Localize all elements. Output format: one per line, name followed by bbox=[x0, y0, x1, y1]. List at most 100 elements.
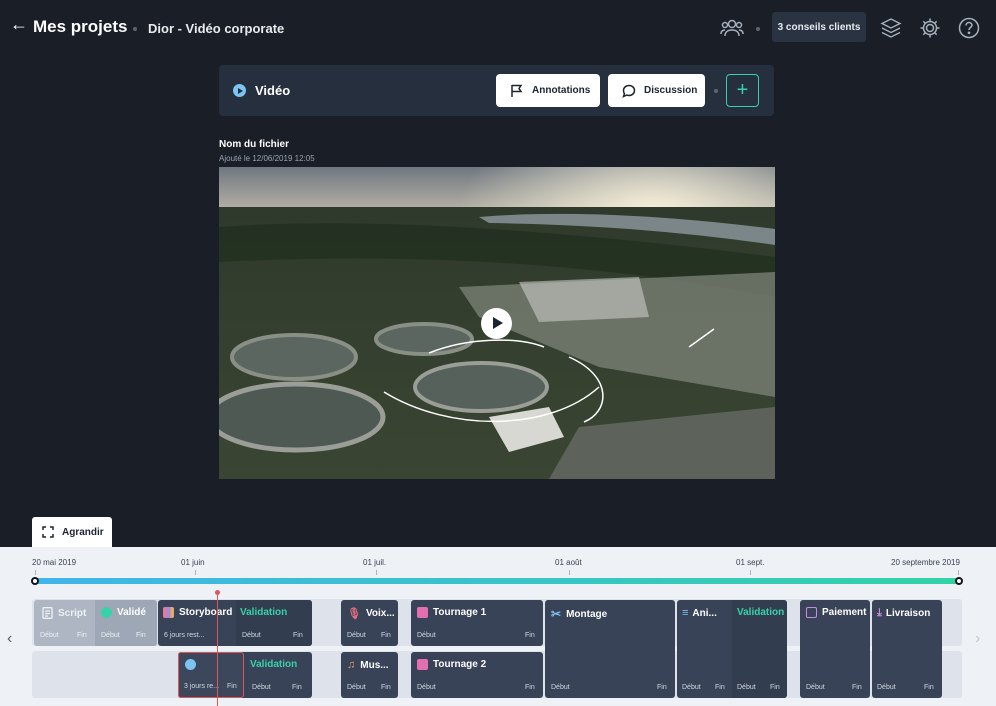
annotations-button[interactable]: Annotations bbox=[496, 74, 600, 107]
check-icon bbox=[101, 607, 112, 618]
task-end: Fin bbox=[770, 684, 780, 691]
task-voix[interactable]: 🎙 Voix... Début Fin bbox=[341, 600, 398, 646]
chat-bubble-icon bbox=[622, 84, 636, 98]
date-tick bbox=[958, 570, 959, 575]
timeline-progress-bar[interactable] bbox=[35, 578, 959, 584]
download-icon: ⤓ bbox=[877, 607, 882, 619]
task-end: Fin bbox=[77, 632, 87, 639]
video-player[interactable] bbox=[219, 167, 775, 479]
task-start: Début bbox=[252, 684, 271, 691]
task-title: Tournage 2 bbox=[417, 659, 486, 670]
selected-video-task[interactable]: 3 jours re... Fin bbox=[178, 652, 244, 698]
task-end: Fin bbox=[381, 632, 391, 639]
task-animation[interactable]: ≡ Ani... Début Fin Validation Début Fin bbox=[677, 600, 787, 698]
validated-title: Validé bbox=[101, 607, 146, 618]
separator-dot bbox=[756, 27, 760, 31]
task-end: Fin bbox=[136, 632, 146, 639]
camera-icon bbox=[417, 607, 428, 618]
task-title: Tournage 1 bbox=[417, 607, 486, 618]
task-remaining: 6 jours rest... bbox=[164, 632, 205, 639]
task-paiement[interactable]: Paiement Début Fin bbox=[800, 600, 870, 698]
music-note-icon: ♫ bbox=[347, 659, 356, 671]
task-musique[interactable]: ♫ Mus... Début Fin bbox=[341, 652, 398, 698]
task-end: Fin bbox=[715, 684, 725, 691]
settings-icon[interactable] bbox=[918, 16, 942, 40]
expand-icon bbox=[42, 526, 54, 538]
date-label: 01 sept. bbox=[736, 558, 765, 567]
current-date-cursor[interactable] bbox=[217, 595, 218, 706]
play-button[interactable] bbox=[481, 308, 512, 339]
validation-panel: Validation Début Fin bbox=[236, 600, 312, 646]
task-title bbox=[185, 659, 201, 670]
validation-title: Validation bbox=[737, 607, 785, 618]
task-script[interactable]: Script Début Fin Validé Début Fin bbox=[34, 600, 157, 646]
task-start: Début bbox=[682, 684, 701, 691]
task-montage[interactable]: ✂ Montage Début Fin bbox=[545, 600, 675, 698]
task-title: ♫ Mus... bbox=[347, 659, 389, 671]
task-video[interactable]: 3 jours re... Fin Validation Début Fin bbox=[178, 652, 312, 698]
video-toolbar: Vidéo Annotations Discussion + bbox=[219, 65, 774, 116]
task-start: Début bbox=[737, 684, 756, 691]
discussion-button[interactable]: Discussion bbox=[608, 74, 705, 107]
expand-button[interactable]: Agrandir bbox=[32, 517, 112, 547]
separator-dot bbox=[714, 89, 718, 93]
page-title: Mes projets bbox=[33, 17, 128, 36]
date-tick bbox=[376, 570, 377, 575]
date-label: 20 septembre 2019 bbox=[891, 558, 960, 567]
task-tournage-1[interactable]: Tournage 1 Début Fin bbox=[411, 600, 543, 646]
task-start: Début bbox=[40, 632, 59, 639]
timeline-end-handle[interactable] bbox=[955, 577, 963, 585]
task-title: ✂ Montage bbox=[551, 607, 608, 621]
task-end: Fin bbox=[381, 684, 391, 691]
task-start: Début bbox=[877, 684, 896, 691]
back-arrow-icon[interactable]: ← bbox=[10, 14, 28, 35]
help-icon[interactable] bbox=[957, 16, 981, 40]
microphone-icon: 🎙 bbox=[347, 608, 361, 620]
client-tips-button[interactable]: 3 conseils clients bbox=[772, 12, 866, 42]
task-tournage-2[interactable]: Tournage 2 Début Fin bbox=[411, 652, 543, 698]
task-end: Fin bbox=[525, 684, 535, 691]
flag-icon bbox=[511, 84, 523, 97]
date-tick bbox=[195, 570, 196, 575]
file-added-date: Ajouté le 12/06/2019 12:05 bbox=[219, 154, 315, 163]
date-tick bbox=[35, 570, 36, 575]
cube-icon[interactable] bbox=[879, 16, 903, 40]
storyboard-icon bbox=[163, 607, 174, 618]
task-start: Début bbox=[417, 684, 436, 691]
task-end: Fin bbox=[227, 683, 237, 690]
validation-title: Validation bbox=[250, 659, 298, 670]
video-section-label: Vidéo bbox=[255, 83, 291, 98]
task-end: Fin bbox=[852, 684, 862, 691]
annotations-label: Annotations bbox=[532, 85, 591, 96]
task-storyboard[interactable]: Storyboard 6 jours rest... Validation Dé… bbox=[158, 600, 312, 646]
date-label: 01 août bbox=[555, 558, 582, 567]
chevron-right-icon[interactable]: › bbox=[975, 630, 980, 648]
discussion-label: Discussion bbox=[644, 85, 698, 96]
task-start: Début bbox=[806, 684, 825, 691]
scissors-icon: ✂ bbox=[551, 607, 562, 621]
task-title: 🎙 Voix... bbox=[347, 608, 395, 620]
task-start: Début bbox=[101, 632, 120, 639]
task-end: Fin bbox=[525, 632, 535, 639]
task-title: ⤓ Livraison bbox=[877, 607, 931, 619]
payment-card-icon bbox=[806, 607, 817, 618]
task-title: Storyboard bbox=[163, 607, 232, 618]
animation-icon: ≡ bbox=[682, 607, 689, 619]
task-title: Paiement bbox=[806, 607, 866, 618]
task-end: Fin bbox=[292, 684, 302, 691]
task-title: Script bbox=[42, 607, 86, 619]
chevron-left-icon[interactable]: ‹ bbox=[7, 630, 12, 648]
team-icon[interactable] bbox=[720, 16, 744, 40]
current-date-cursor-handle[interactable] bbox=[215, 590, 220, 595]
camera-icon bbox=[417, 659, 428, 670]
video-icon bbox=[233, 84, 246, 97]
timeline-start-handle[interactable] bbox=[31, 577, 39, 585]
validation-panel: Validation Début Fin bbox=[732, 600, 787, 698]
task-livraison[interactable]: ⤓ Livraison Début Fin bbox=[872, 600, 942, 698]
add-button[interactable]: + bbox=[726, 74, 759, 107]
task-start: Début bbox=[347, 684, 366, 691]
task-end: Fin bbox=[293, 632, 303, 639]
date-tick bbox=[569, 570, 570, 575]
task-end: Fin bbox=[924, 684, 934, 691]
project-name: Dior - Vidéo corporate bbox=[148, 21, 285, 36]
